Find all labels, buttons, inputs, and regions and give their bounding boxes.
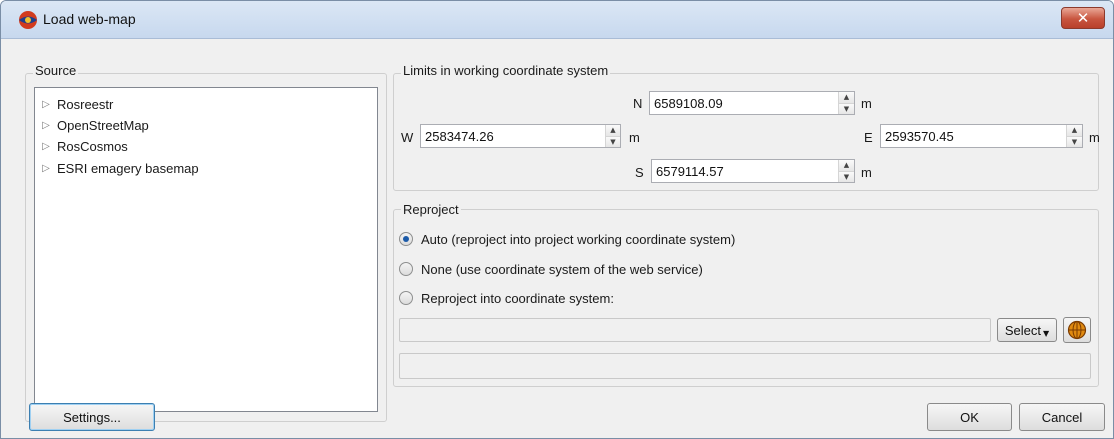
tree-item-label: Rosreestr xyxy=(57,96,114,112)
spin-up-icon[interactable]: ▲ xyxy=(606,125,620,137)
ok-button-label: OK xyxy=(960,409,979,425)
globe-button[interactable] xyxy=(1063,317,1091,343)
tree-item-openstreetmap[interactable]: ▷ OpenStreetMap xyxy=(35,115,149,135)
east-input[interactable] xyxy=(881,125,1066,147)
south-label: S xyxy=(635,165,644,180)
triangle-right-icon[interactable]: ▷ xyxy=(35,99,57,110)
spin-down-icon[interactable]: ▼ xyxy=(1067,136,1082,147)
web-map-icon xyxy=(19,11,37,29)
east-unit: m xyxy=(1089,130,1100,145)
north-label: N xyxy=(633,96,643,111)
west-input[interactable] xyxy=(421,125,605,147)
settings-button-label: Settings... xyxy=(63,409,121,425)
triangle-right-icon[interactable]: ▷ xyxy=(35,163,57,174)
radio-auto[interactable]: Auto (reproject into project working coo… xyxy=(399,229,735,249)
cancel-button[interactable]: Cancel xyxy=(1019,403,1105,431)
spin-up-icon[interactable]: ▲ xyxy=(1067,125,1082,137)
radio-button[interactable] xyxy=(399,262,413,276)
source-tree[interactable]: ▷ Rosreestr ▷ OpenStreetMap ▷ RosCosmos … xyxy=(34,87,378,412)
radio-button[interactable] xyxy=(399,232,413,246)
radio-reproject-into[interactable]: Reproject into coordinate system: xyxy=(399,288,614,308)
south-spin-buttons[interactable]: ▲ ▼ xyxy=(838,160,854,182)
close-button[interactable]: ✕ xyxy=(1061,7,1105,29)
south-unit: m xyxy=(861,165,872,180)
tree-item-roscosmos[interactable]: ▷ RosCosmos xyxy=(35,136,128,156)
title-bar[interactable]: Load web-map ✕ xyxy=(1,1,1113,39)
east-spinbox[interactable]: ▲ ▼ xyxy=(880,124,1083,148)
cancel-button-label: Cancel xyxy=(1041,409,1083,425)
ok-button[interactable]: OK xyxy=(927,403,1012,431)
north-input[interactable] xyxy=(650,92,838,114)
spin-up-icon[interactable]: ▲ xyxy=(839,92,854,104)
reproject-group-title: Reproject xyxy=(401,202,461,217)
east-spin-buttons[interactable]: ▲ ▼ xyxy=(1066,125,1082,147)
west-spin-buttons[interactable]: ▲ ▼ xyxy=(605,125,620,147)
radio-none[interactable]: None (use coordinate system of the web s… xyxy=(399,259,703,279)
tree-item-label: OpenStreetMap xyxy=(57,117,149,133)
spin-down-icon[interactable]: ▼ xyxy=(839,171,854,182)
triangle-right-icon[interactable]: ▷ xyxy=(35,141,57,152)
close-icon: ✕ xyxy=(1076,8,1090,27)
window-title: Load web-map xyxy=(43,11,136,27)
west-unit: m xyxy=(629,130,640,145)
south-spinbox[interactable]: ▲ ▼ xyxy=(651,159,855,183)
north-spin-buttons[interactable]: ▲ ▼ xyxy=(838,92,854,114)
triangle-right-icon[interactable]: ▷ xyxy=(35,120,57,131)
settings-button[interactable]: Settings... xyxy=(29,403,155,431)
radio-button[interactable] xyxy=(399,291,413,305)
spin-up-icon[interactable]: ▲ xyxy=(839,160,854,172)
north-spinbox[interactable]: ▲ ▼ xyxy=(649,91,855,115)
select-button-label: Select xyxy=(1004,322,1041,338)
radio-auto-label[interactable]: Auto (reproject into project working coo… xyxy=(421,232,735,247)
load-web-map-dialog: Load web-map ✕ Source ▷ Rosreestr ▷ Open… xyxy=(0,0,1114,439)
spin-down-icon[interactable]: ▼ xyxy=(839,103,854,114)
limits-group-title: Limits in working coordinate system xyxy=(401,63,611,78)
tree-item-rosreestr[interactable]: ▷ Rosreestr xyxy=(35,94,113,114)
west-label: W xyxy=(401,130,414,145)
description-field xyxy=(399,353,1091,379)
radio-none-label[interactable]: None (use coordinate system of the web s… xyxy=(421,262,703,277)
spin-down-icon[interactable]: ▼ xyxy=(606,136,620,147)
radio-reproject-label[interactable]: Reproject into coordinate system: xyxy=(421,291,614,306)
source-group-title: Source xyxy=(33,63,79,78)
south-input[interactable] xyxy=(652,160,838,182)
tree-item-esri-basemap[interactable]: ▷ ESRI emagery basemap xyxy=(35,158,199,178)
coordinate-system-field[interactable] xyxy=(399,318,991,342)
select-button[interactable]: Select ▼ xyxy=(997,318,1057,342)
north-unit: m xyxy=(861,96,872,111)
east-label: E xyxy=(864,130,873,145)
west-spinbox[interactable]: ▲ ▼ xyxy=(420,124,621,148)
globe-icon xyxy=(1067,320,1087,340)
dropdown-arrow-icon: ▼ xyxy=(1042,328,1050,338)
tree-item-label: RosCosmos xyxy=(57,138,128,154)
tree-item-label: ESRI emagery basemap xyxy=(57,160,199,176)
